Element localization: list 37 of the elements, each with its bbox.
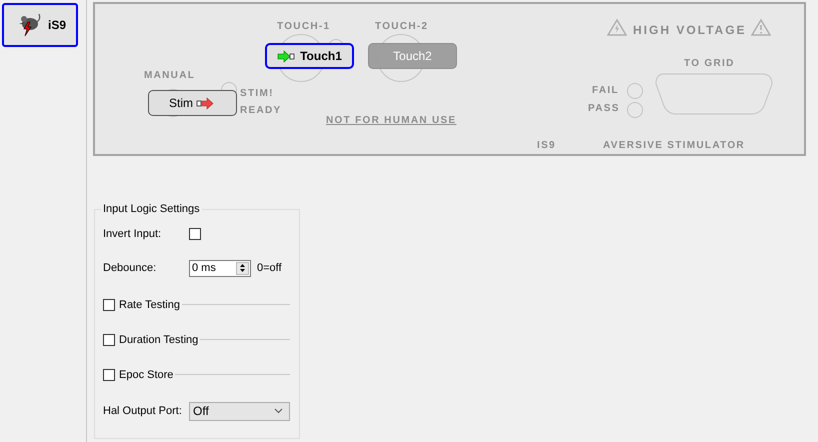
product-label: AVERSIVE STIMULATOR [603,140,745,151]
arrow-icon [277,50,298,62]
notice-label: NOT FOR HUMAN USE [326,115,456,126]
hint-text: 0=off [257,262,282,274]
panel-label: FAIL [592,85,619,96]
led-ring [627,83,643,99]
trigger-button[interactable]: Touch1 [265,43,354,69]
panel-label: TOUCH-1 [277,21,330,32]
dropdown[interactable]: Off [189,402,290,420]
spinner-icon [239,263,246,273]
warning-label: HIGH VOLTAGE [633,23,747,37]
panel-label: READY [240,105,282,116]
panel-label: PASS [588,103,620,114]
checkbox[interactable] [103,368,115,380]
checkbox[interactable] [103,334,115,346]
device-tab[interactable]: iS9 [2,3,78,47]
warning-icon [751,19,771,36]
panel-label: STIM! [240,88,274,99]
panel-label: TOUCH-2 [375,21,428,32]
arrow-icon [196,96,216,110]
chevron-icon [274,408,283,414]
lightning-warning-icon [607,19,627,36]
led-ring [627,102,643,118]
trigger-button[interactable]: Stim [148,90,237,116]
panel-label: TO GRID [684,58,735,69]
group-title: Input Logic Settings [102,203,201,215]
number-field[interactable]: 0 ms [189,260,251,276]
section-label: Epoc Store [119,368,174,380]
panel-label: MANUAL [144,70,196,81]
field-label: Hal Output Port: [103,405,183,417]
checkbox[interactable] [103,298,115,310]
model-label: IS9 [537,140,556,151]
section-label: Duration Testing [119,334,198,346]
field-label: Invert Input: [103,228,162,240]
section-label: Rate Testing [119,298,180,310]
checkbox[interactable] [189,228,201,240]
field-label: Debounce: [103,262,158,274]
